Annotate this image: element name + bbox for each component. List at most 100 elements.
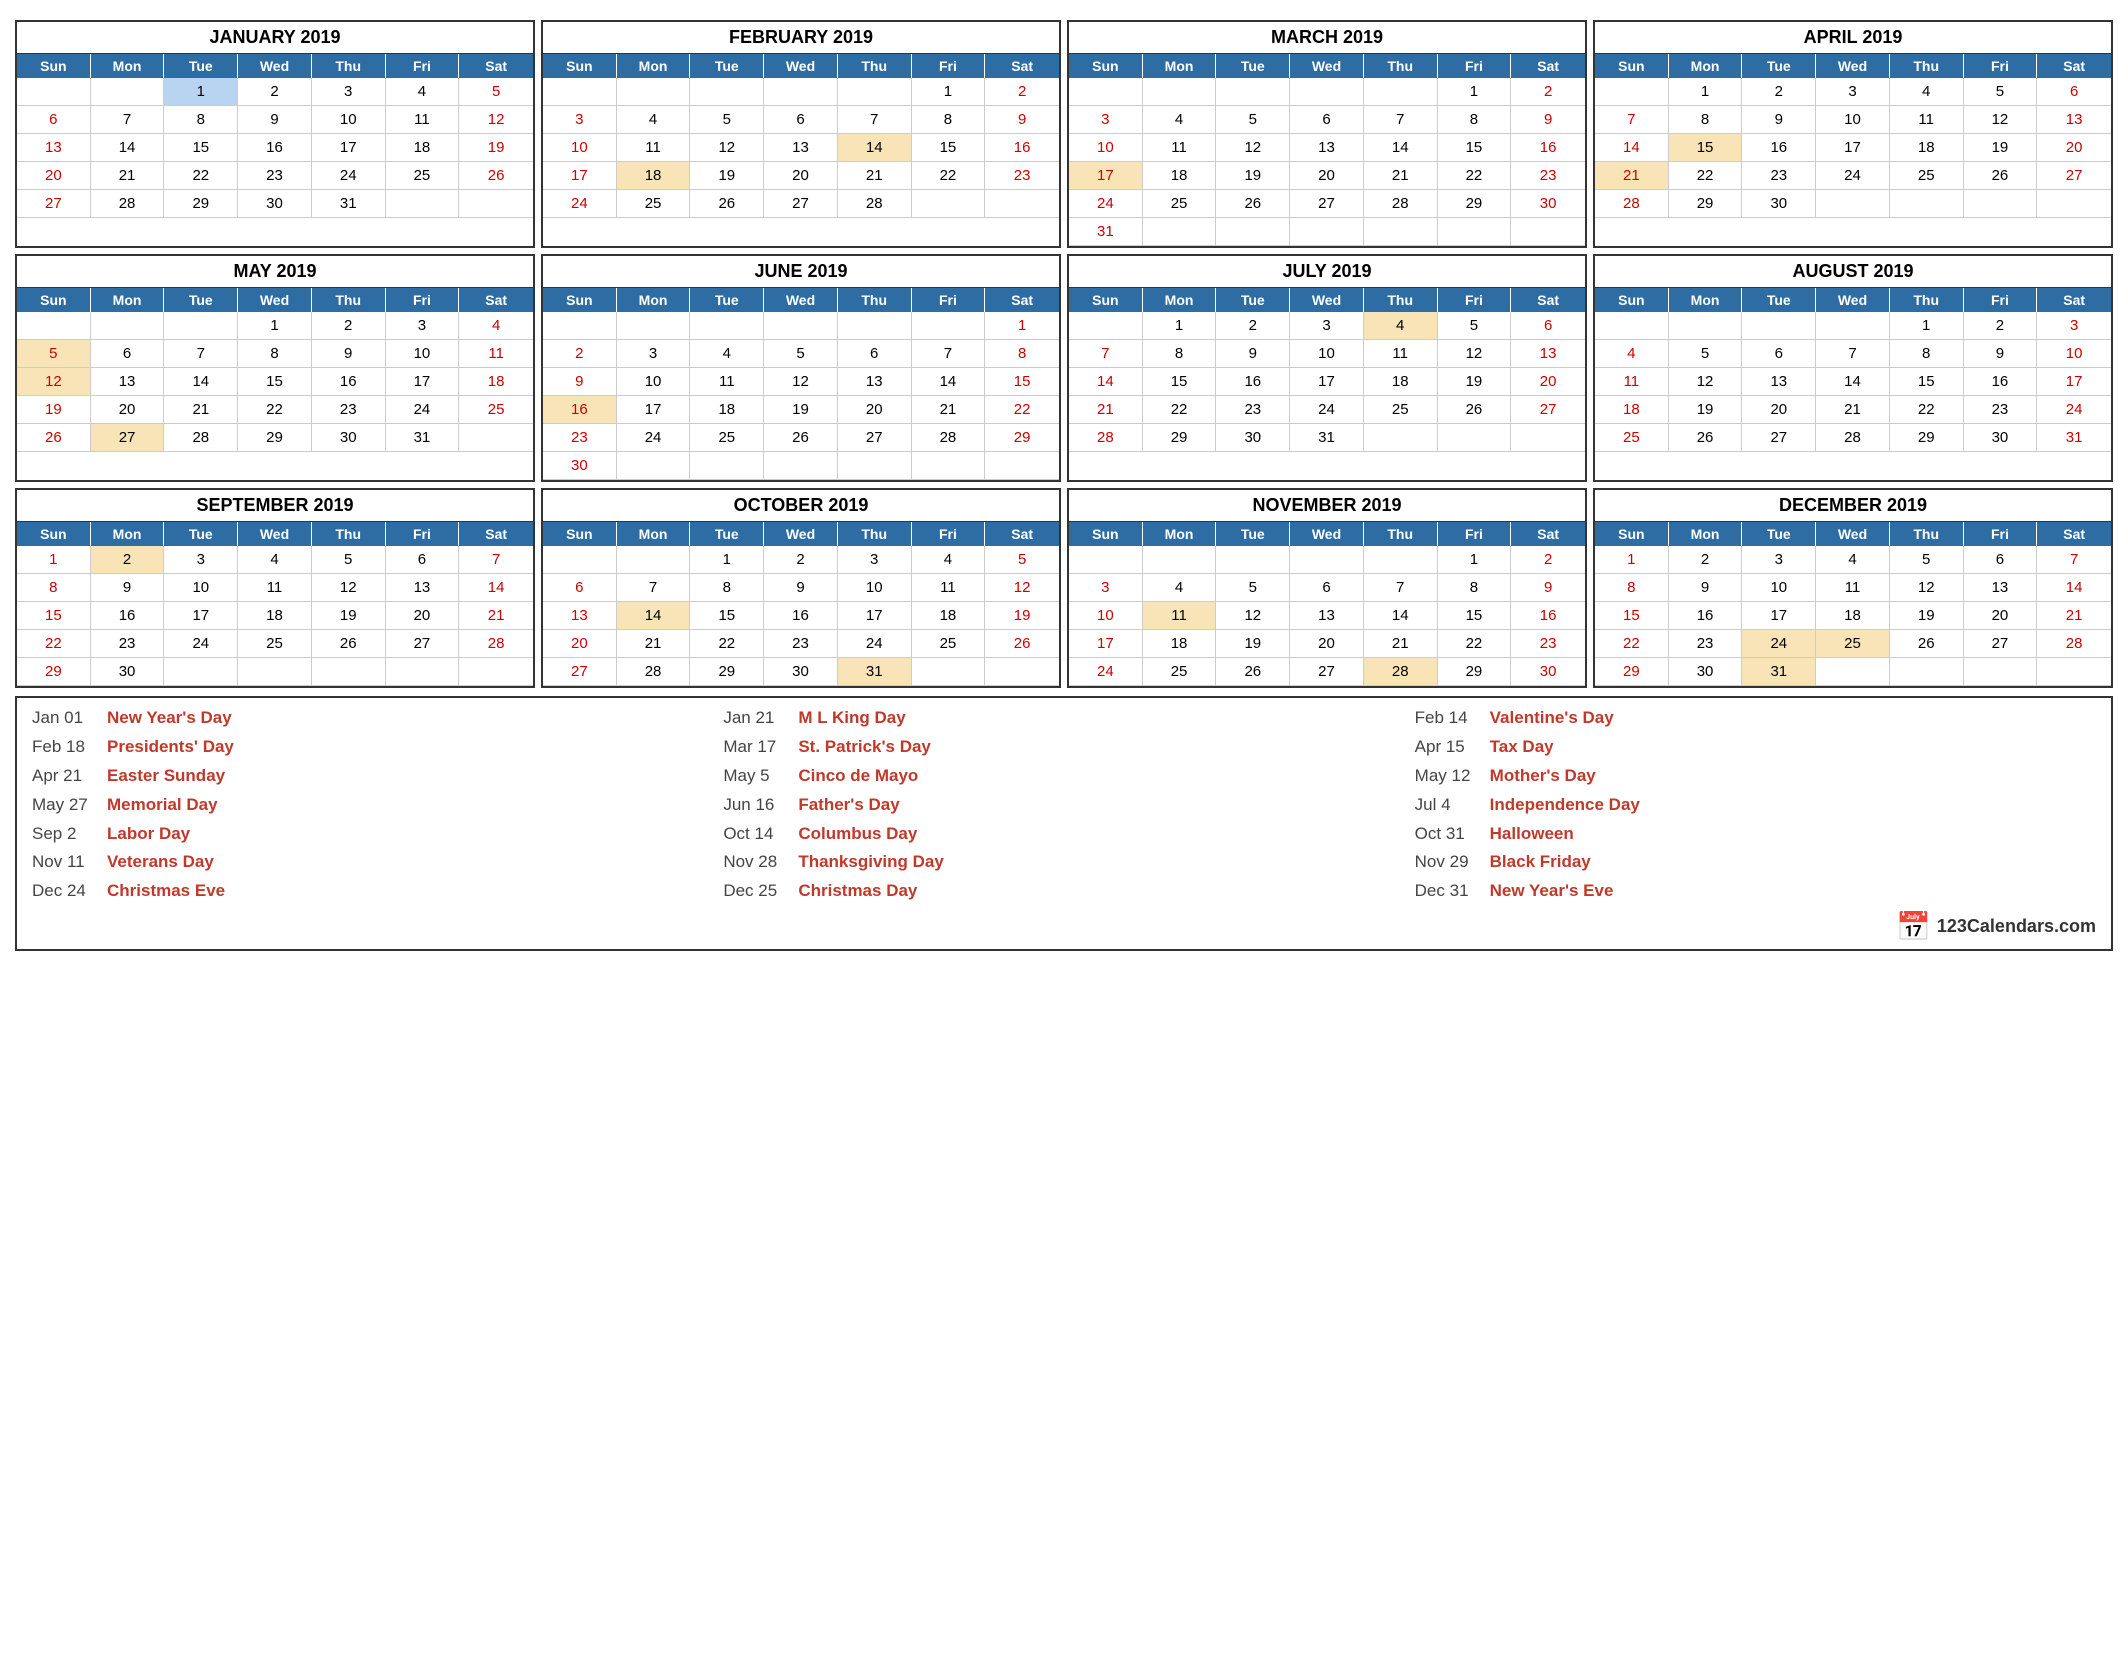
day-cell: 25 <box>1364 396 1438 424</box>
day-cell: 3 <box>1742 546 1816 574</box>
day-cell: 27 <box>838 424 912 452</box>
holiday-date: May 5 <box>723 762 798 791</box>
holiday-date: Nov 28 <box>723 848 798 877</box>
day-cell: 1 <box>985 312 1059 340</box>
day-cell: 31 <box>838 658 912 686</box>
day-header-mon: Mon <box>1143 522 1217 546</box>
day-cell: 27 <box>1290 190 1364 218</box>
day-header-mon: Mon <box>617 288 691 312</box>
day-cell: 21 <box>459 602 533 630</box>
day-cell: 8 <box>17 574 91 602</box>
day-cell: 25 <box>459 396 533 424</box>
day-cell: 3 <box>312 78 386 106</box>
day-cell: 26 <box>17 424 91 452</box>
holiday-row: Mar 17St. Patrick's Day <box>723 733 1404 762</box>
day-header-sat: Sat <box>459 522 533 546</box>
day-cell: 9 <box>1669 574 1743 602</box>
empty-cell <box>1816 312 1890 340</box>
day-cell: 22 <box>1669 162 1743 190</box>
day-cell: 26 <box>1216 190 1290 218</box>
empty-cell <box>386 190 460 218</box>
day-cell: 28 <box>1816 424 1890 452</box>
holidays-col-0: Jan 01New Year's DayFeb 18Presidents' Da… <box>27 704 718 943</box>
day-cell: 21 <box>91 162 165 190</box>
day-header-fri: Fri <box>1964 54 2038 78</box>
holiday-name: Labor Day <box>107 820 190 849</box>
empty-cell <box>1511 424 1585 452</box>
day-cell: 25 <box>912 630 986 658</box>
month-block-july: JULY 2019SunMonTueWedThuFriSat1234567891… <box>1067 254 1587 482</box>
empty-cell <box>164 312 238 340</box>
empty-cell <box>17 78 91 106</box>
day-cell: 22 <box>164 162 238 190</box>
day-cell: 19 <box>312 602 386 630</box>
holiday-name: Memorial Day <box>107 791 218 820</box>
day-header-thu: Thu <box>838 522 912 546</box>
day-header-wed: Wed <box>764 288 838 312</box>
empty-cell <box>617 78 691 106</box>
day-header-mon: Mon <box>1669 288 1743 312</box>
day-cell: 30 <box>1511 190 1585 218</box>
day-cell: 7 <box>1364 574 1438 602</box>
day-cell: 15 <box>690 602 764 630</box>
day-cell: 13 <box>1290 134 1364 162</box>
day-cell: 23 <box>1511 630 1585 658</box>
empty-cell <box>838 452 912 480</box>
empty-cell <box>1364 424 1438 452</box>
day-cell: 31 <box>1742 658 1816 686</box>
day-cell: 1 <box>1669 78 1743 106</box>
day-cell: 13 <box>386 574 460 602</box>
holiday-name: Veterans Day <box>107 848 214 877</box>
day-cell: 23 <box>764 630 838 658</box>
day-cell: 17 <box>312 134 386 162</box>
day-cell: 5 <box>1964 78 2038 106</box>
day-header-thu: Thu <box>1364 54 1438 78</box>
day-cell: 3 <box>1069 574 1143 602</box>
holiday-date: Mar 17 <box>723 733 798 762</box>
holiday-date: Apr 21 <box>32 762 107 791</box>
day-cell: 22 <box>17 630 91 658</box>
empty-cell <box>1890 190 1964 218</box>
day-header-thu: Thu <box>312 522 386 546</box>
day-cell: 9 <box>312 340 386 368</box>
holidays-section: Jan 01New Year's DayFeb 18Presidents' Da… <box>15 696 2113 951</box>
day-header-wed: Wed <box>238 54 312 78</box>
holiday-date: May 27 <box>32 791 107 820</box>
day-header-thu: Thu <box>1890 54 1964 78</box>
day-cell: 23 <box>543 424 617 452</box>
empty-cell <box>1069 546 1143 574</box>
day-cell: 6 <box>1511 312 1585 340</box>
day-cell: 12 <box>764 368 838 396</box>
day-header-sat: Sat <box>459 288 533 312</box>
day-cell: 1 <box>1143 312 1217 340</box>
day-cell: 11 <box>238 574 312 602</box>
day-cell: 16 <box>1669 602 1743 630</box>
day-cell: 20 <box>91 396 165 424</box>
day-cell: 26 <box>690 190 764 218</box>
day-cell: 9 <box>1742 106 1816 134</box>
day-header-sat: Sat <box>1511 54 1585 78</box>
empty-cell <box>617 452 691 480</box>
day-header-sun: Sun <box>1069 288 1143 312</box>
day-cell: 18 <box>690 396 764 424</box>
day-header-thu: Thu <box>838 288 912 312</box>
month-title: MARCH 2019 <box>1069 22 1585 54</box>
logo-icon: 📅 <box>1896 910 1931 943</box>
day-cell: 16 <box>238 134 312 162</box>
holiday-date: Dec 31 <box>1415 877 1490 906</box>
day-header-sun: Sun <box>1595 54 1669 78</box>
empty-cell <box>1143 546 1217 574</box>
day-cell: 20 <box>1290 162 1364 190</box>
day-header-fri: Fri <box>912 288 986 312</box>
day-cell: 14 <box>1595 134 1669 162</box>
day-header-sun: Sun <box>17 54 91 78</box>
day-cell: 29 <box>164 190 238 218</box>
day-cell: 10 <box>617 368 691 396</box>
day-header-sun: Sun <box>17 522 91 546</box>
holiday-date: Jan 21 <box>723 704 798 733</box>
day-cell: 7 <box>1816 340 1890 368</box>
empty-cell <box>1595 312 1669 340</box>
day-cell: 22 <box>912 162 986 190</box>
day-cell: 2 <box>1742 78 1816 106</box>
day-cell: 23 <box>985 162 1059 190</box>
